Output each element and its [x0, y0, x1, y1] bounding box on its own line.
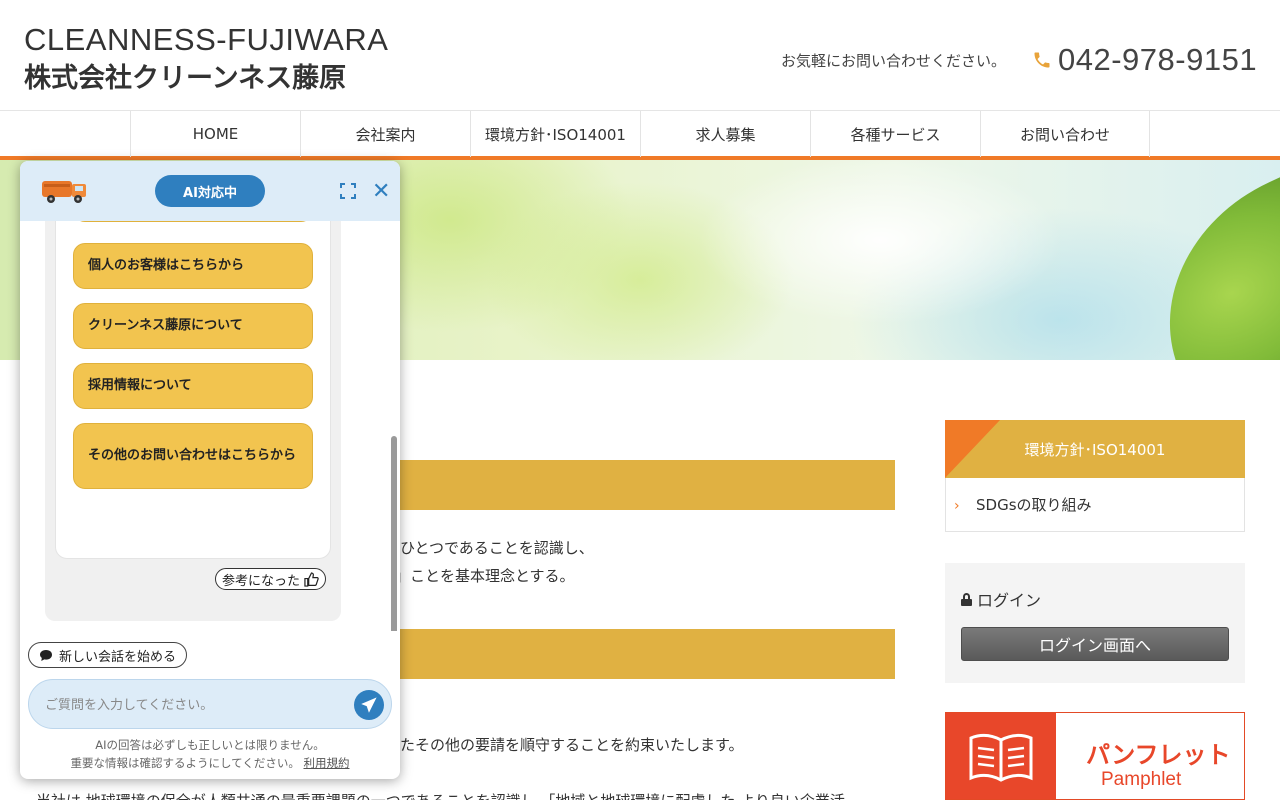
login-label-text: ログイン	[977, 591, 1042, 610]
pamphlet-title: パンフレット	[1086, 741, 1231, 769]
choice-button-individual[interactable]: 個人のお客様はこちらから	[73, 243, 313, 289]
close-icon[interactable]: ✕	[372, 181, 390, 203]
ai-chat-widget: AI対応中 ✕ 個人のお客様はこちらから クリーンネス藤原について 採用情報につ…	[20, 161, 400, 779]
terms-link[interactable]: 利用規約	[303, 756, 349, 770]
expand-icon[interactable]	[340, 183, 356, 199]
sidebar-link-label: SDGsの取り組み	[976, 496, 1092, 514]
logo-japanese[interactable]: 株式会社クリーンネス藤原	[24, 56, 346, 95]
choice-button-recruit[interactable]: 採用情報について	[73, 363, 313, 409]
helpful-label: 参考になった	[222, 573, 301, 589]
truck-icon	[42, 181, 86, 203]
chat-header: AI対応中 ✕	[20, 161, 400, 221]
new-conversation-label: 新しい会話を始める	[59, 649, 177, 665]
contact-note: お気軽にお問い合わせください。	[781, 52, 1007, 70]
nav-item-services[interactable]: 各種サービス	[810, 111, 980, 157]
thumbs-up-icon	[304, 571, 319, 587]
ai-status-badge: AI対応中	[155, 175, 265, 207]
nav-item-company[interactable]: 会社案内	[300, 111, 470, 157]
phone-text: 042-978-9151	[1058, 42, 1258, 77]
choice-card: 個人のお客様はこちらから クリーンネス藤原について 採用情報について その他のお…	[55, 221, 331, 559]
nav-item-contact[interactable]: お問い合わせ	[980, 111, 1150, 157]
send-icon	[361, 697, 377, 713]
nav-item-environment[interactable]: 環境方針･ISO14001	[470, 111, 640, 157]
bot-message: 個人のお客様はこちらから クリーンネス藤原について 採用情報について その他のお…	[45, 221, 341, 621]
section-heading-bar	[390, 460, 895, 510]
book-icon	[946, 713, 1056, 799]
chat-messages: 個人のお客様はこちらから クリーンネス藤原について 採用情報について その他のお…	[20, 221, 400, 631]
choice-button-about[interactable]: クリーンネス藤原について	[73, 303, 313, 349]
login-label: ログイン	[961, 587, 1041, 611]
global-nav: HOME 会社案内 環境方針･ISO14001 求人募集 各種サービス お問い合…	[0, 110, 1280, 160]
chat-input-container	[28, 679, 392, 729]
disclaimer-line2: 重要な情報は確認するようにしてください。 利用規約	[20, 754, 400, 772]
helpful-button[interactable]: 参考になった	[215, 568, 327, 590]
disclaimer-line2-text: 重要な情報は確認するようにしてください。	[70, 756, 300, 770]
policy-text-line: ひとつであることを認識し、	[400, 539, 594, 557]
policy-text-line: たその他の要請を順守することを約束いたします。	[400, 736, 744, 754]
nav-item-recruit[interactable]: 求人募集	[640, 111, 810, 157]
site-header: CLEANNESS-FUJIWARA 株式会社クリーンネス藤原 お気軽にお問い合…	[0, 0, 1280, 110]
phone-icon	[1034, 52, 1050, 68]
lock-icon	[961, 592, 972, 606]
login-button[interactable]: ログイン画面へ	[961, 627, 1229, 661]
leaf-image	[1123, 165, 1280, 360]
policy-text-line: 」ことを基本理念とする。	[395, 567, 575, 585]
phone-number[interactable]: 042-978-9151	[1032, 42, 1257, 78]
sidebar-link-sdgs[interactable]: › SDGsの取り組み	[945, 478, 1245, 532]
sidebar-section-title: 環境方針･ISO14001	[945, 420, 1245, 478]
ai-disclaimer: AIの回答は必ずしも正しいとは限りません。 重要な情報は確認するようにしてくださ…	[20, 736, 400, 772]
logo-english[interactable]: CLEANNESS-FUJIWARA	[24, 22, 388, 58]
chat-input[interactable]	[45, 694, 345, 716]
nav-item-home[interactable]: HOME	[130, 111, 300, 157]
choice-button-partial[interactable]	[73, 221, 313, 222]
corner-accent	[945, 420, 1000, 478]
chat-scrollbar[interactable]	[391, 436, 397, 631]
pamphlet-subtitle: Pamphlet	[1101, 769, 1182, 790]
new-conversation-button[interactable]: 新しい会話を始める	[28, 642, 188, 668]
policy-text-line: 当社は 地球環境の保全が人類共通の最重要課題の一つであることを認識し 「地域と地…	[36, 790, 845, 800]
sidebar-title-text: 環境方針･ISO14001	[1024, 440, 1166, 459]
choice-button-other[interactable]: その他のお問い合わせはこちらから	[73, 423, 313, 489]
section-heading-bar	[390, 629, 895, 679]
login-widget: ログイン ログイン画面へ	[945, 563, 1245, 683]
chat-bubble-icon	[40, 649, 52, 661]
pamphlet-banner[interactable]: パンフレット Pamphlet	[945, 712, 1245, 800]
chevron-right-icon: ›	[954, 498, 960, 514]
send-button[interactable]	[354, 690, 384, 720]
disclaimer-line1: AIの回答は必ずしも正しいとは限りません。	[95, 738, 325, 752]
